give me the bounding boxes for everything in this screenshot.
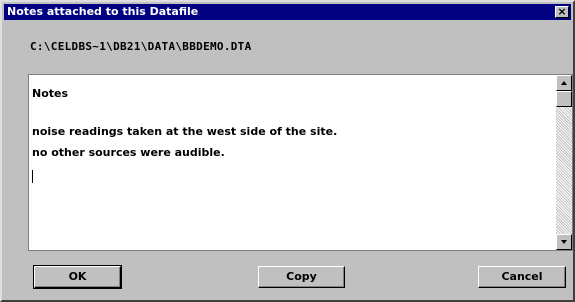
notes-textarea[interactable]: Notes noise readings taken at the west s… bbox=[28, 74, 573, 251]
close-icon: × bbox=[557, 5, 567, 18]
scroll-up-button[interactable] bbox=[556, 75, 572, 91]
notes-dialog: Notes attached to this Datafile × C:\CEL… bbox=[0, 0, 575, 302]
window-title: Notes attached to this Datafile bbox=[7, 5, 199, 18]
scroll-thumb[interactable] bbox=[556, 91, 572, 107]
notes-line-spacer bbox=[32, 106, 554, 123]
notes-line: no other sources were audible. bbox=[32, 146, 225, 159]
notes-content[interactable]: Notes noise readings taken at the west s… bbox=[32, 85, 554, 183]
text-caret bbox=[32, 169, 33, 183]
caret-line bbox=[32, 165, 554, 183]
ok-button[interactable]: OK bbox=[33, 265, 122, 289]
cancel-button[interactable]: Cancel bbox=[478, 266, 566, 288]
close-button[interactable]: × bbox=[555, 6, 569, 18]
arrow-up-icon bbox=[561, 81, 567, 85]
arrow-down-icon bbox=[561, 240, 567, 244]
notes-line: noise readings taken at the west side of… bbox=[32, 125, 338, 138]
scroll-down-button[interactable] bbox=[556, 234, 572, 250]
notes-heading: Notes bbox=[32, 87, 69, 100]
file-path-label: C:\CELDBS~1\DB21\DATA\BBDEMO.DTA bbox=[30, 40, 252, 53]
title-bar[interactable]: Notes attached to this Datafile × bbox=[4, 4, 571, 20]
copy-button[interactable]: Copy bbox=[258, 266, 345, 288]
vertical-scrollbar[interactable] bbox=[556, 75, 572, 250]
